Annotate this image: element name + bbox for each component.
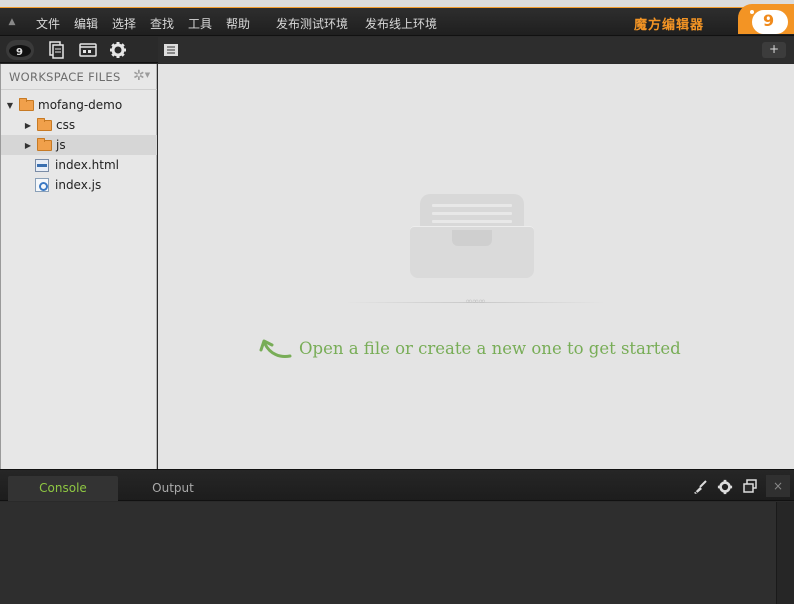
svg-text:9: 9	[16, 47, 23, 58]
console-output-area[interactable]	[0, 502, 776, 604]
html-file-icon	[35, 158, 49, 172]
chevron-down-icon: ▼	[144, 71, 151, 79]
workspace-sidebar: WORKSPACE FILES ✲▼ ▼ mofang-demo ▶ css ▶…	[0, 64, 157, 469]
top-strip	[0, 0, 794, 8]
menu-file[interactable]: 文件	[36, 15, 60, 32]
terminal-icon-svg	[79, 43, 97, 57]
tab-list-icon[interactable]	[164, 44, 178, 56]
ornament-knot-icon: ∞∞∞	[465, 297, 486, 307]
folder-icon	[37, 137, 52, 151]
tree-item-index-html[interactable]: index.html	[1, 155, 157, 175]
files-icon[interactable]	[42, 40, 70, 60]
js-file-icon	[35, 178, 49, 192]
menu-help[interactable]: 帮助	[226, 15, 250, 32]
menu-publish-live[interactable]: 发布线上环境	[365, 15, 437, 32]
tree-item-label: index.js	[55, 178, 102, 192]
tree-item-label: js	[56, 138, 66, 152]
broom-svg	[694, 480, 707, 495]
close-panel-button[interactable]: ×	[766, 475, 790, 497]
collapse-up-icon[interactable]: ▲	[4, 14, 20, 30]
tool-row: 9 +	[0, 37, 794, 63]
popout-window-icon[interactable]	[742, 479, 758, 495]
add-tab-button[interactable]: +	[762, 42, 786, 58]
panel-settings-gear-icon[interactable]	[717, 479, 733, 495]
editor-tab-bar: +	[158, 37, 794, 63]
editor-area[interactable]: ∞∞∞ Open a file or create a new one to g…	[158, 64, 794, 469]
empty-state-message: Open a file or create a new one to get s…	[299, 339, 681, 358]
bottom-panel: Console Output ×	[0, 469, 794, 604]
workspace-header: WORKSPACE FILES ✲▼	[1, 64, 157, 90]
inbox-tray-icon	[410, 194, 534, 278]
menu-select[interactable]: 选择	[112, 15, 136, 32]
collapse-arrow-icon[interactable]: ▶	[23, 141, 33, 150]
menu-publish-test[interactable]: 发布测试环境	[276, 15, 348, 32]
tree-item-index-js[interactable]: index.js	[1, 175, 157, 195]
tab-list-svg	[164, 44, 178, 56]
bottom-panel-tabs: Console Output ×	[0, 470, 794, 501]
panel-gear-svg	[717, 479, 733, 495]
tree-item-css[interactable]: ▶ css	[1, 115, 157, 135]
terminal-icon[interactable]	[74, 40, 102, 60]
tree-item-mofang-demo[interactable]: ▼ mofang-demo	[1, 95, 157, 115]
tab-output[interactable]: Output	[118, 476, 228, 501]
expand-arrow-icon[interactable]: ▼	[5, 101, 15, 110]
brand-title: 魔方编辑器	[634, 18, 705, 33]
broom-clear-icon[interactable]	[692, 479, 708, 495]
console-scrollbar[interactable]	[776, 502, 794, 604]
folder-icon	[19, 97, 34, 111]
tree-item-label: index.html	[55, 158, 119, 172]
brand-logo[interactable]: 9	[752, 10, 788, 34]
tree-item-js[interactable]: ▶ js	[1, 135, 157, 155]
logo-glyph: 9	[763, 11, 775, 30]
curved-arrow-icon	[259, 339, 292, 358]
tree-item-label: mofang-demo	[38, 98, 123, 112]
collapse-arrow-icon[interactable]: ▶	[23, 121, 33, 130]
tray-front	[410, 226, 534, 278]
tray-slot	[452, 230, 492, 246]
tree-item-label: css	[56, 118, 76, 132]
gear-icon-svg	[110, 42, 126, 58]
menu-find[interactable]: 查找	[150, 15, 174, 32]
menu-edit[interactable]: 编辑	[74, 15, 98, 32]
tray-paper-lines	[432, 204, 512, 228]
popout-svg	[743, 479, 757, 493]
workspace-settings-icon[interactable]: ✲▼	[133, 68, 150, 84]
menu-tools[interactable]: 工具	[188, 15, 212, 32]
gear-icon[interactable]	[104, 40, 132, 60]
sidebar-tabs: 9	[0, 37, 157, 63]
menubar: ▲ 文件 编辑 选择 查找 工具 帮助 发布测试环境 发布线上环境 魔方编辑器	[0, 8, 794, 36]
cloud-icon[interactable]: 9	[6, 40, 34, 60]
workspace-title: WORKSPACE FILES	[9, 70, 121, 84]
files-icon-svg	[49, 41, 64, 59]
tab-console[interactable]: Console	[8, 476, 118, 501]
folder-icon	[37, 117, 52, 131]
cloud-icon-svg: 9	[9, 45, 31, 58]
